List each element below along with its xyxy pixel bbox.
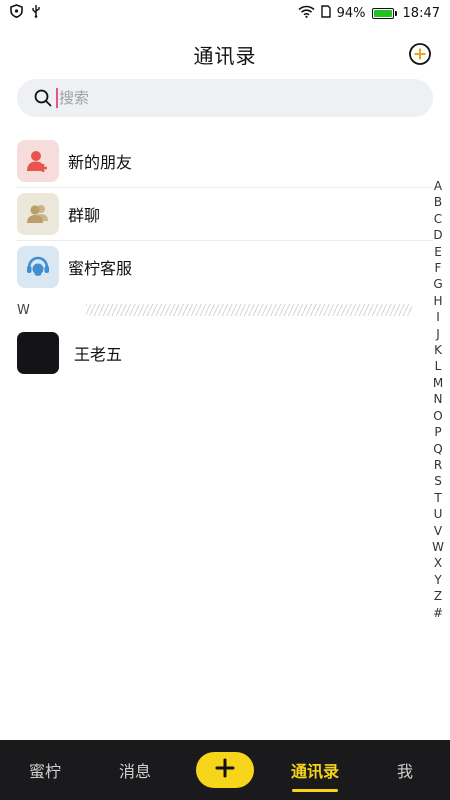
contact-row[interactable]: 王老五 (17, 332, 122, 374)
index-letter[interactable]: N (434, 391, 443, 407)
index-letter[interactable]: X (434, 555, 442, 571)
search-bar[interactable] (17, 79, 433, 117)
index-letter[interactable]: Q (433, 441, 442, 457)
clock: 18:47 (402, 5, 440, 21)
tab-publish[interactable] (180, 740, 270, 800)
index-letter[interactable]: Y (434, 572, 441, 588)
tab-miningning[interactable]: 蜜柠 (0, 740, 90, 800)
bottom-tab-bar: 蜜柠 消息 通讯录 我 (0, 740, 450, 800)
status-right: 94% 18:47 (298, 4, 440, 22)
list-item-label: 群聊 (68, 205, 101, 225)
add-button[interactable] (408, 42, 432, 66)
list-item-label: 新的朋友 (68, 152, 133, 172)
section-divider (85, 304, 412, 316)
plus-circle-icon (408, 43, 432, 70)
search-input[interactable] (59, 89, 359, 107)
tab-contacts[interactable]: 通讯录 (270, 740, 360, 800)
index-letter[interactable]: J (436, 326, 440, 342)
index-letter[interactable]: Z (434, 588, 442, 604)
tab-me[interactable]: 我 (360, 740, 450, 800)
header: 通讯录 (0, 32, 450, 76)
usb-icon (31, 4, 41, 22)
battery-icon (371, 7, 397, 19)
index-letter[interactable]: F (435, 260, 442, 276)
index-letter[interactable]: M (433, 375, 443, 391)
add-friend-icon (17, 139, 59, 182)
index-letter[interactable]: L (435, 358, 442, 374)
index-letter[interactable]: R (434, 457, 442, 473)
page-title: 通讯录 (193, 43, 257, 68)
battery-percent: 94% (336, 5, 366, 21)
section-letter: W (17, 302, 30, 318)
index-letter[interactable]: V (434, 523, 442, 539)
tab-messages[interactable]: 消息 (90, 740, 180, 800)
index-letter[interactable]: E (434, 244, 442, 260)
list-item-new-friends[interactable]: 新的朋友 (0, 134, 450, 187)
index-letter[interactable]: B (434, 194, 442, 210)
text-caret (56, 88, 58, 108)
index-letter[interactable]: S (434, 473, 442, 489)
contact-name: 王老五 (74, 345, 123, 364)
list-item-label: 蜜柠客服 (68, 258, 133, 278)
sim-icon (320, 4, 331, 22)
index-letter[interactable]: D (433, 227, 442, 243)
index-letter[interactable]: K (434, 342, 442, 358)
index-letter[interactable]: A (434, 178, 442, 194)
index-letter[interactable]: U (434, 506, 443, 522)
shield-icon (10, 4, 23, 22)
index-letter[interactable]: G (433, 276, 442, 292)
index-letter[interactable]: C (434, 211, 442, 227)
index-letter[interactable]: W (432, 539, 444, 555)
group-chat-icon (17, 192, 59, 235)
plus-icon (215, 758, 235, 782)
index-letter[interactable]: P (434, 424, 441, 440)
status-left (10, 4, 41, 22)
index-letter[interactable]: O (433, 408, 442, 424)
index-letter[interactable]: H (433, 293, 442, 309)
avatar (17, 332, 59, 374)
customer-service-icon (17, 245, 59, 288)
wifi-icon (298, 5, 315, 22)
index-letter[interactable]: T (434, 490, 441, 506)
list-item-group-chat[interactable]: 群聊 (0, 187, 450, 240)
index-letter[interactable]: I (436, 309, 440, 325)
alphabet-index[interactable]: A B C D E F G H I J K L M N O P Q R S T … (432, 178, 444, 621)
status-bar: 94% 18:47 (0, 0, 450, 26)
search-icon (33, 88, 53, 108)
section-header: W (17, 301, 412, 319)
contact-menu-list: 新的朋友 群聊 蜜柠客服 (0, 134, 450, 293)
index-letter[interactable]: # (433, 605, 443, 621)
publish-button[interactable] (196, 752, 254, 788)
list-item-customer-service[interactable]: 蜜柠客服 (0, 240, 450, 293)
